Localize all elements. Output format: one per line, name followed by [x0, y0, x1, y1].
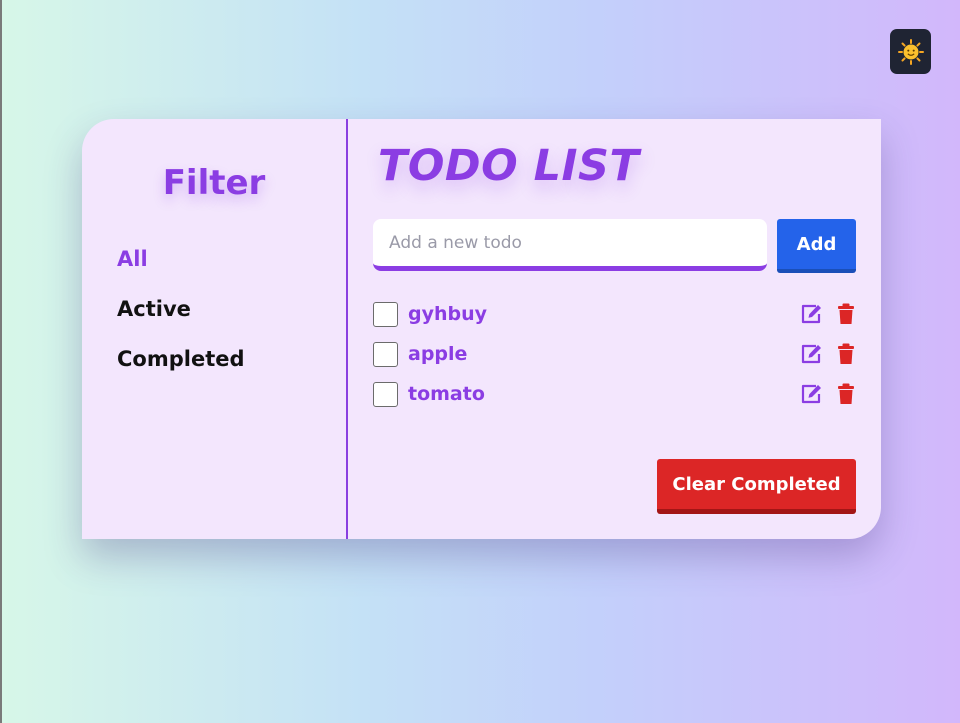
todo-item: gyhbuy	[373, 302, 858, 328]
window-left-edge	[0, 0, 2, 723]
trash-icon[interactable]	[837, 303, 855, 325]
sun-face-icon	[897, 38, 924, 65]
page-title: TODO LIST	[378, 141, 640, 191]
todo-text: tomato	[408, 383, 485, 405]
trash-icon[interactable]	[837, 343, 855, 365]
filter-sidebar: Filter All Active Completed	[82, 119, 348, 539]
todo-card: Filter All Active Completed TODO LIST Ad…	[82, 119, 881, 539]
filter-all[interactable]: All	[117, 247, 148, 271]
filter-active[interactable]: Active	[117, 297, 191, 321]
todo-checkbox[interactable]	[373, 342, 398, 367]
add-todo-button[interactable]: Add	[777, 219, 856, 273]
clear-completed-button[interactable]: Clear Completed	[657, 459, 856, 514]
trash-icon[interactable]	[837, 383, 855, 405]
theme-toggle-button[interactable]	[890, 29, 931, 74]
todo-item: tomato	[373, 382, 858, 408]
todo-text: gyhbuy	[408, 303, 488, 325]
new-todo-input[interactable]	[373, 219, 767, 271]
edit-icon[interactable]	[800, 303, 822, 325]
todo-text: apple	[408, 343, 468, 365]
edit-icon[interactable]	[800, 383, 822, 405]
edit-icon[interactable]	[800, 343, 822, 365]
filter-completed[interactable]: Completed	[117, 347, 245, 371]
todo-checkbox[interactable]	[373, 302, 398, 327]
todo-item: apple	[373, 342, 858, 368]
todo-main-panel: TODO LIST Add gyhbuy apple	[348, 119, 881, 539]
todo-checkbox[interactable]	[373, 382, 398, 407]
filter-title: Filter	[162, 163, 266, 203]
